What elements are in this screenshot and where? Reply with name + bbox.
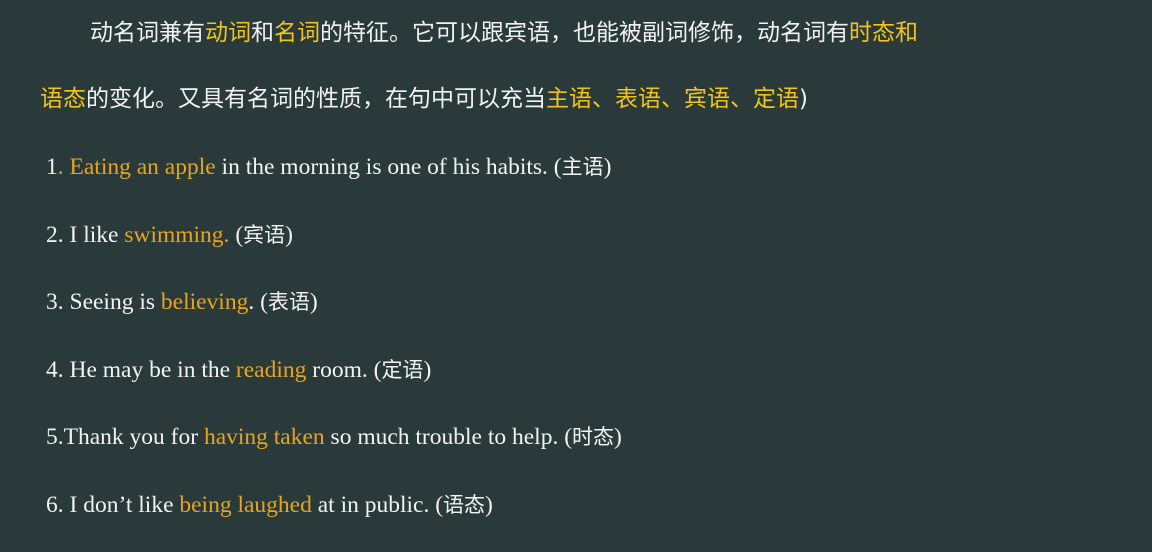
intro-text: 的变化。又具有名词的性质，在句中可以充当 [86, 86, 546, 112]
intro-text: ) [799, 86, 808, 112]
intro-highlight: 动词 [205, 20, 251, 46]
example-highlight: believing [161, 289, 248, 315]
example-highlight: swimming. [124, 222, 229, 248]
example-text: in the morning is one of his habits. ( [216, 154, 562, 180]
example-text: ) [604, 154, 612, 180]
example-highlight: . [58, 154, 64, 180]
example-role: 语态 [443, 493, 485, 517]
example-role: 定语 [381, 358, 423, 382]
intro-highlight: 语态 [40, 86, 86, 112]
example-text: ( [229, 222, 243, 248]
intro-text: 的特征。它可以跟宾语，也能被副词修饰，动名词有 [320, 20, 849, 46]
example-text: room. ( [306, 357, 381, 383]
intro-text: 动名词兼有 [90, 20, 205, 46]
example-text: 3. Seeing is [46, 289, 161, 315]
example-sentence-2: 2. I like swimming. (宾语) [46, 215, 1126, 283]
example-highlight: reading [236, 357, 306, 383]
slide: 动名词兼有动词和名词的特征。它可以跟宾语，也能被副词修饰，动名词有时态和 语态的… [0, 0, 1152, 522]
example-sentence-3: 3. Seeing is believing. (表语) [46, 282, 1126, 350]
intro-text: 和 [251, 20, 274, 46]
intro-line-1: 动名词兼有动词和名词的特征。它可以跟宾语，也能被副词修饰，动名词有时态和 [40, 12, 1120, 78]
example-text: ) [285, 222, 293, 248]
example-highlight: having taken [204, 424, 325, 450]
example-list: 1. Eating an apple in the morning is one… [46, 147, 1126, 552]
example-text: . ( [248, 289, 268, 315]
example-highlight: Eating an apple [70, 154, 216, 180]
example-role: 表语 [268, 290, 310, 314]
example-text: 4. He may be in the [46, 357, 236, 383]
example-text: at in public. ( [312, 492, 443, 518]
example-role: 时态 [572, 425, 614, 449]
intro-highlight: 主语、表语、宾语、定语 [546, 86, 799, 112]
example-text: ) [423, 357, 431, 383]
example-text: 6. I don’t like [46, 492, 179, 518]
intro-highlight: 时态和 [849, 20, 918, 46]
example-highlight: being laughed [179, 492, 311, 518]
intro-paragraph: 动名词兼有动词和名词的特征。它可以跟宾语，也能被副词修饰，动名词有时态和 语态的… [40, 12, 1120, 144]
intro-highlight: 名词 [274, 20, 320, 46]
example-text: ) [485, 492, 493, 518]
example-role: 主语 [562, 155, 604, 179]
example-text: 1 [46, 154, 58, 180]
example-sentence-4: 4. He may be in the reading room. (定语) [46, 350, 1126, 418]
example-text: ) [310, 289, 318, 315]
example-text: 5.Thank you for [46, 424, 204, 450]
example-text: so much trouble to help. ( [325, 424, 572, 450]
example-text: 2. I like [46, 222, 124, 248]
example-sentence-1: 1. Eating an apple in the morning is one… [46, 147, 1126, 215]
example-text: ) [614, 424, 622, 450]
intro-line-2: 语态的变化。又具有名词的性质，在句中可以充当主语、表语、宾语、定语) [40, 78, 1120, 144]
example-sentence-5: 5.Thank you for having taken so much tro… [46, 417, 1126, 485]
example-sentence-6: 6. I don’t like being laughed at in publ… [46, 485, 1126, 552]
example-role: 宾语 [243, 223, 285, 247]
